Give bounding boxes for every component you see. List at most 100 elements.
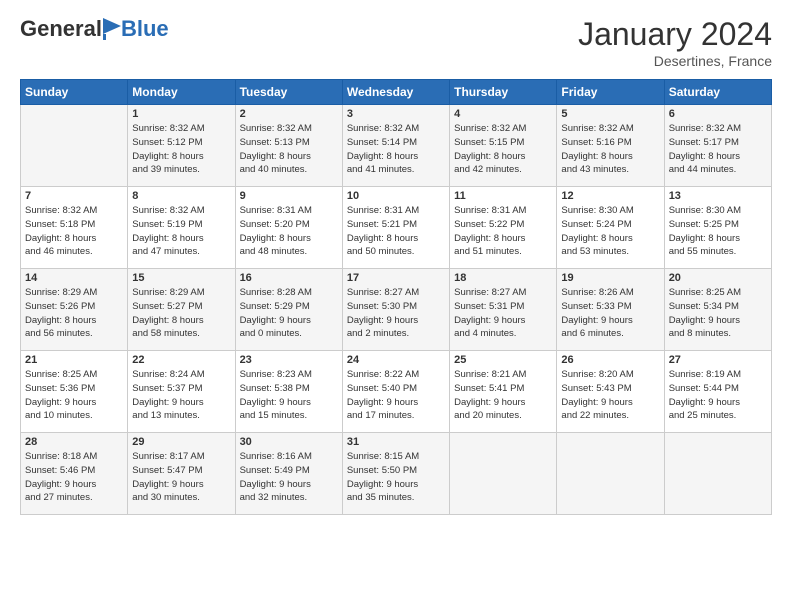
cell-content: Sunrise: 8:18 AMSunset: 5:46 PMDaylight:… bbox=[25, 450, 123, 505]
cell-content: Sunrise: 8:32 AMSunset: 5:18 PMDaylight:… bbox=[25, 204, 123, 259]
week-row-1: 7 Sunrise: 8:32 AMSunset: 5:18 PMDaylight… bbox=[21, 187, 772, 269]
cell-content: Sunrise: 8:15 AMSunset: 5:50 PMDaylight:… bbox=[347, 450, 445, 505]
day-number: 28 bbox=[25, 436, 123, 448]
calendar-cell: 7 Sunrise: 8:32 AMSunset: 5:18 PMDaylight… bbox=[21, 187, 128, 269]
cell-content: Sunrise: 8:28 AMSunset: 5:29 PMDaylight:… bbox=[240, 286, 338, 341]
cell-content: Sunrise: 8:22 AMSunset: 5:40 PMDaylight:… bbox=[347, 368, 445, 423]
day-number: 11 bbox=[454, 190, 552, 202]
day-number: 19 bbox=[561, 272, 659, 284]
calendar-cell: 12 Sunrise: 8:30 AMSunset: 5:24 PMDayligh… bbox=[557, 187, 664, 269]
cell-content: Sunrise: 8:23 AMSunset: 5:38 PMDaylight:… bbox=[240, 368, 338, 423]
day-number: 6 bbox=[669, 108, 767, 120]
cell-content: Sunrise: 8:25 AMSunset: 5:34 PMDaylight:… bbox=[669, 286, 767, 341]
calendar-cell: 15 Sunrise: 8:29 AMSunset: 5:27 PMDayligh… bbox=[128, 269, 235, 351]
cell-content: Sunrise: 8:30 AMSunset: 5:25 PMDaylight:… bbox=[669, 204, 767, 259]
cell-content: Sunrise: 8:31 AMSunset: 5:22 PMDaylight:… bbox=[454, 204, 552, 259]
calendar-cell: 25 Sunrise: 8:21 AMSunset: 5:41 PMDayligh… bbox=[450, 351, 557, 433]
calendar-cell: 2Sunrise: 8:32 AMSunset: 5:13 PMDaylight… bbox=[235, 105, 342, 187]
calendar-cell: 3Sunrise: 8:32 AMSunset: 5:14 PMDaylight… bbox=[342, 105, 449, 187]
day-number: 23 bbox=[240, 354, 338, 366]
cell-content: Sunrise: 8:27 AMSunset: 5:30 PMDaylight:… bbox=[347, 286, 445, 341]
cell-content: Sunrise: 8:29 AMSunset: 5:27 PMDaylight:… bbox=[132, 286, 230, 341]
header-wednesday: Wednesday bbox=[342, 80, 449, 105]
page-container: General Blue January 2024 Desertines, Fr… bbox=[0, 0, 792, 525]
calendar-cell: 1 Sunrise: 8:32 AMSunset: 5:12 PMDaylight… bbox=[128, 105, 235, 187]
cell-content: Sunrise: 8:32 AMSunset: 5:17 PMDaylight:… bbox=[669, 122, 767, 177]
calendar-cell: 13 Sunrise: 8:30 AMSunset: 5:25 PMDayligh… bbox=[664, 187, 771, 269]
logo: General Blue bbox=[20, 16, 169, 42]
calendar-cell: 17Sunrise: 8:27 AMSunset: 5:30 PMDayligh… bbox=[342, 269, 449, 351]
calendar-cell: 31 Sunrise: 8:15 AMSunset: 5:50 PMDayligh… bbox=[342, 433, 449, 515]
calendar-cell: 19 Sunrise: 8:26 AMSunset: 5:33 PMDayligh… bbox=[557, 269, 664, 351]
calendar-cell: 27 Sunrise: 8:19 AMSunset: 5:44 PMDayligh… bbox=[664, 351, 771, 433]
calendar-cell: 21Sunrise: 8:25 AMSunset: 5:36 PMDayligh… bbox=[21, 351, 128, 433]
day-number: 4 bbox=[454, 108, 552, 120]
calendar-cell: 6 Sunrise: 8:32 AMSunset: 5:17 PMDaylight… bbox=[664, 105, 771, 187]
header-friday: Friday bbox=[557, 80, 664, 105]
day-number: 18 bbox=[454, 272, 552, 284]
day-number: 30 bbox=[240, 436, 338, 448]
day-number: 24 bbox=[347, 354, 445, 366]
logo-general-text: General bbox=[20, 16, 102, 42]
day-number: 13 bbox=[669, 190, 767, 202]
title-block: January 2024 Desertines, France bbox=[578, 16, 772, 69]
week-row-0: 1 Sunrise: 8:32 AMSunset: 5:12 PMDaylight… bbox=[21, 105, 772, 187]
cell-content: Sunrise: 8:32 AMSunset: 5:19 PMDaylight:… bbox=[132, 204, 230, 259]
day-number: 29 bbox=[132, 436, 230, 448]
day-number: 26 bbox=[561, 354, 659, 366]
calendar-cell: 28 Sunrise: 8:18 AMSunset: 5:46 PMDayligh… bbox=[21, 433, 128, 515]
cell-content: Sunrise: 8:32 AMSunset: 5:12 PMDaylight:… bbox=[132, 122, 230, 177]
day-number: 20 bbox=[669, 272, 767, 284]
calendar-cell: 14 Sunrise: 8:29 AMSunset: 5:26 PMDayligh… bbox=[21, 269, 128, 351]
cell-content: Sunrise: 8:26 AMSunset: 5:33 PMDaylight:… bbox=[561, 286, 659, 341]
calendar-cell: 22Sunrise: 8:24 AMSunset: 5:37 PMDayligh… bbox=[128, 351, 235, 433]
day-number: 27 bbox=[669, 354, 767, 366]
day-number: 31 bbox=[347, 436, 445, 448]
day-number: 9 bbox=[240, 190, 338, 202]
day-number: 5 bbox=[561, 108, 659, 120]
calendar-cell bbox=[664, 433, 771, 515]
calendar-cell: 11 Sunrise: 8:31 AMSunset: 5:22 PMDayligh… bbox=[450, 187, 557, 269]
calendar-cell: 10Sunrise: 8:31 AMSunset: 5:21 PMDayligh… bbox=[342, 187, 449, 269]
cell-content: Sunrise: 8:19 AMSunset: 5:44 PMDaylight:… bbox=[669, 368, 767, 423]
calendar-cell bbox=[557, 433, 664, 515]
cell-content: Sunrise: 8:30 AMSunset: 5:24 PMDaylight:… bbox=[561, 204, 659, 259]
week-row-4: 28 Sunrise: 8:18 AMSunset: 5:46 PMDayligh… bbox=[21, 433, 772, 515]
cell-content: Sunrise: 8:32 AMSunset: 5:14 PMDaylight:… bbox=[347, 122, 445, 177]
day-number: 15 bbox=[132, 272, 230, 284]
calendar-cell: 20 Sunrise: 8:25 AMSunset: 5:34 PMDayligh… bbox=[664, 269, 771, 351]
cell-content: Sunrise: 8:25 AMSunset: 5:36 PMDaylight:… bbox=[25, 368, 123, 423]
header-row: Sunday Monday Tuesday Wednesday Thursday… bbox=[21, 80, 772, 105]
cell-content: Sunrise: 8:29 AMSunset: 5:26 PMDaylight:… bbox=[25, 286, 123, 341]
day-number: 2 bbox=[240, 108, 338, 120]
day-number: 16 bbox=[240, 272, 338, 284]
logo-flag-icon bbox=[103, 18, 121, 40]
day-number: 14 bbox=[25, 272, 123, 284]
calendar-cell: 9 Sunrise: 8:31 AMSunset: 5:20 PMDaylight… bbox=[235, 187, 342, 269]
week-row-2: 14 Sunrise: 8:29 AMSunset: 5:26 PMDayligh… bbox=[21, 269, 772, 351]
cell-content: Sunrise: 8:20 AMSunset: 5:43 PMDaylight:… bbox=[561, 368, 659, 423]
month-title: January 2024 bbox=[578, 16, 772, 53]
calendar-table: Sunday Monday Tuesday Wednesday Thursday… bbox=[20, 79, 772, 515]
day-number: 12 bbox=[561, 190, 659, 202]
calendar-cell: 16 Sunrise: 8:28 AMSunset: 5:29 PMDayligh… bbox=[235, 269, 342, 351]
calendar-cell bbox=[450, 433, 557, 515]
header-sunday: Sunday bbox=[21, 80, 128, 105]
header-thursday: Thursday bbox=[450, 80, 557, 105]
calendar-cell: 18Sunrise: 8:27 AMSunset: 5:31 PMDayligh… bbox=[450, 269, 557, 351]
header-monday: Monday bbox=[128, 80, 235, 105]
cell-content: Sunrise: 8:17 AMSunset: 5:47 PMDaylight:… bbox=[132, 450, 230, 505]
calendar-cell bbox=[21, 105, 128, 187]
cell-content: Sunrise: 8:16 AMSunset: 5:49 PMDaylight:… bbox=[240, 450, 338, 505]
calendar-cell: 26 Sunrise: 8:20 AMSunset: 5:43 PMDayligh… bbox=[557, 351, 664, 433]
cell-content: Sunrise: 8:31 AMSunset: 5:20 PMDaylight:… bbox=[240, 204, 338, 259]
cell-content: Sunrise: 8:21 AMSunset: 5:41 PMDaylight:… bbox=[454, 368, 552, 423]
cell-content: Sunrise: 8:32 AMSunset: 5:15 PMDaylight:… bbox=[454, 122, 552, 177]
calendar-cell: 8Sunrise: 8:32 AMSunset: 5:19 PMDaylight… bbox=[128, 187, 235, 269]
location-text: Desertines, France bbox=[578, 53, 772, 69]
header: General Blue January 2024 Desertines, Fr… bbox=[20, 16, 772, 69]
calendar-cell: 4 Sunrise: 8:32 AMSunset: 5:15 PMDaylight… bbox=[450, 105, 557, 187]
day-number: 7 bbox=[25, 190, 123, 202]
day-number: 1 bbox=[132, 108, 230, 120]
day-number: 25 bbox=[454, 354, 552, 366]
